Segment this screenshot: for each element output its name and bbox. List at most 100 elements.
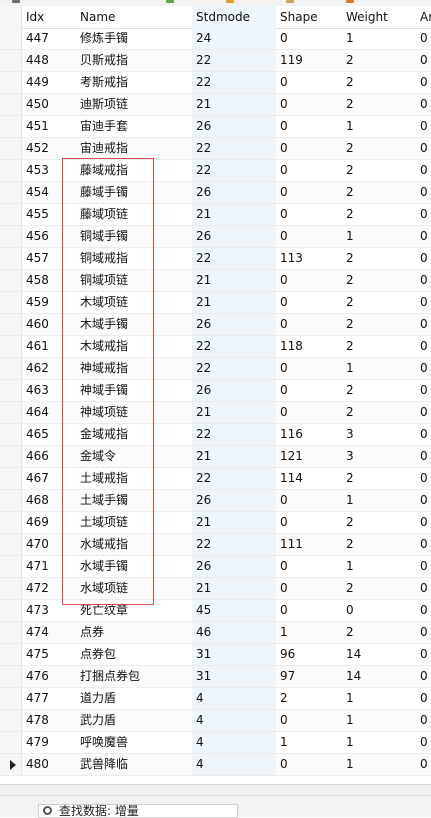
shape-cell[interactable]: 0 (276, 512, 342, 533)
weight-cell[interactable]: 2 (342, 50, 416, 71)
weight-cell[interactable]: 3 (342, 424, 416, 445)
idx-cell[interactable]: 460 (22, 314, 76, 335)
table-row[interactable]: 475 点券包 31 96 14 0 (0, 644, 431, 666)
shape-cell[interactable]: 2 (276, 688, 342, 709)
row-indicator[interactable] (0, 732, 22, 753)
table-row[interactable]: 471 水域手镯 26 0 1 0 (0, 556, 431, 578)
row-indicator[interactable] (0, 292, 22, 313)
shape-cell[interactable]: 0 (276, 138, 342, 159)
row-indicator[interactable] (0, 314, 22, 335)
name-cell[interactable]: 点券 (76, 622, 192, 643)
row-indicator[interactable] (0, 72, 22, 93)
name-cell[interactable]: 铜域项链 (76, 270, 192, 291)
stdmode-cell[interactable]: 26 (192, 490, 276, 511)
shape-cell[interactable]: 0 (276, 226, 342, 247)
shape-cell[interactable]: 0 (276, 160, 342, 181)
table-row[interactable]: 456 铜域手镯 26 0 1 0 (0, 226, 431, 248)
weight-cell[interactable]: 1 (342, 116, 416, 137)
idx-cell[interactable]: 449 (22, 72, 76, 93)
stdmode-cell[interactable]: 21 (192, 270, 276, 291)
name-cell[interactable]: 武兽降临 (76, 754, 192, 775)
stdmode-cell[interactable]: 26 (192, 314, 276, 335)
idx-cell[interactable]: 456 (22, 226, 76, 247)
weight-cell[interactable]: 2 (342, 578, 416, 599)
row-indicator[interactable] (0, 358, 22, 379)
stdmode-cell[interactable]: 22 (192, 138, 276, 159)
name-cell[interactable]: 修炼手镯 (76, 28, 192, 49)
stdmode-cell[interactable]: 21 (192, 402, 276, 423)
stdmode-cell[interactable]: 26 (192, 556, 276, 577)
name-cell[interactable]: 水域手镯 (76, 556, 192, 577)
idx-cell[interactable]: 463 (22, 380, 76, 401)
weight-cell[interactable]: 1 (342, 732, 416, 753)
table-row[interactable]: 450 迪斯项链 21 0 2 0 (0, 94, 431, 116)
idx-cell[interactable]: 470 (22, 534, 76, 555)
table-row[interactable]: 462 神域戒指 22 0 1 0 (0, 358, 431, 380)
row-indicator[interactable] (0, 512, 22, 533)
row-indicator[interactable] (0, 182, 22, 203)
idx-cell[interactable]: 448 (22, 50, 76, 71)
stdmode-cell[interactable]: 22 (192, 336, 276, 357)
stdmode-cell[interactable]: 21 (192, 292, 276, 313)
idx-cell[interactable]: 465 (22, 424, 76, 445)
name-cell[interactable]: 考斯戒指 (76, 72, 192, 93)
idx-cell[interactable]: 451 (22, 116, 76, 137)
name-cell[interactable]: 死亡纹章 (76, 600, 192, 621)
weight-cell[interactable]: 1 (342, 226, 416, 247)
column-header-weight[interactable]: Weight (342, 6, 416, 28)
row-indicator[interactable] (0, 138, 22, 159)
weight-cell[interactable]: 2 (342, 292, 416, 313)
row-indicator[interactable] (0, 600, 22, 621)
idx-cell[interactable]: 468 (22, 490, 76, 511)
name-cell[interactable]: 水域戒指 (76, 534, 192, 555)
weight-cell[interactable]: 2 (342, 336, 416, 357)
row-indicator[interactable] (0, 270, 22, 291)
weight-cell[interactable]: 1 (342, 28, 416, 49)
row-indicator[interactable] (0, 754, 22, 775)
row-indicator[interactable] (0, 710, 22, 731)
shape-cell[interactable]: 111 (276, 534, 342, 555)
row-indicator[interactable] (0, 490, 22, 511)
shape-cell[interactable]: 0 (276, 358, 342, 379)
name-cell[interactable]: 藤域手镯 (76, 182, 192, 203)
idx-cell[interactable]: 479 (22, 732, 76, 753)
name-cell[interactable]: 道力盾 (76, 688, 192, 709)
row-indicator[interactable] (0, 468, 22, 489)
idx-cell[interactable]: 457 (22, 248, 76, 269)
shape-cell[interactable]: 1 (276, 732, 342, 753)
name-cell[interactable]: 铜域戒指 (76, 248, 192, 269)
stdmode-cell[interactable]: 4 (192, 732, 276, 753)
row-indicator[interactable] (0, 94, 22, 115)
stdmode-cell[interactable]: 26 (192, 226, 276, 247)
row-indicator[interactable] (0, 424, 22, 445)
table-row[interactable]: 469 土域项链 21 0 2 0 (0, 512, 431, 534)
shape-cell[interactable]: 0 (276, 754, 342, 775)
table-row[interactable]: 459 木域项链 21 0 2 0 (0, 292, 431, 314)
stdmode-cell[interactable]: 21 (192, 94, 276, 115)
name-cell[interactable]: 土域戒指 (76, 468, 192, 489)
shape-cell[interactable]: 118 (276, 336, 342, 357)
shape-cell[interactable]: 114 (276, 468, 342, 489)
table-row[interactable]: 447 修炼手镯 24 0 1 0 (0, 28, 431, 50)
stdmode-cell[interactable]: 21 (192, 512, 276, 533)
weight-cell[interactable]: 2 (342, 138, 416, 159)
name-cell[interactable]: 贝斯戒指 (76, 50, 192, 71)
stdmode-cell[interactable]: 31 (192, 644, 276, 665)
weight-cell[interactable]: 2 (342, 534, 416, 555)
idx-cell[interactable]: 480 (22, 754, 76, 775)
name-cell[interactable]: 神域戒指 (76, 358, 192, 379)
table-row[interactable]: 473 死亡纹章 45 0 0 0 (0, 600, 431, 622)
name-cell[interactable]: 神域手镯 (76, 380, 192, 401)
weight-cell[interactable]: 1 (342, 710, 416, 731)
idx-cell[interactable]: 473 (22, 600, 76, 621)
toolbar-green-icon[interactable] (166, 0, 174, 3)
row-indicator[interactable] (0, 50, 22, 71)
weight-cell[interactable]: 2 (342, 622, 416, 643)
name-cell[interactable]: 武力盾 (76, 710, 192, 731)
shape-cell[interactable]: 121 (276, 446, 342, 467)
weight-cell[interactable]: 14 (342, 644, 416, 665)
toolbar-grid-icon[interactable] (12, 0, 20, 3)
stdmode-cell[interactable]: 22 (192, 248, 276, 269)
toolbar-star-icon[interactable] (226, 0, 234, 3)
shape-cell[interactable]: 1 (276, 622, 342, 643)
